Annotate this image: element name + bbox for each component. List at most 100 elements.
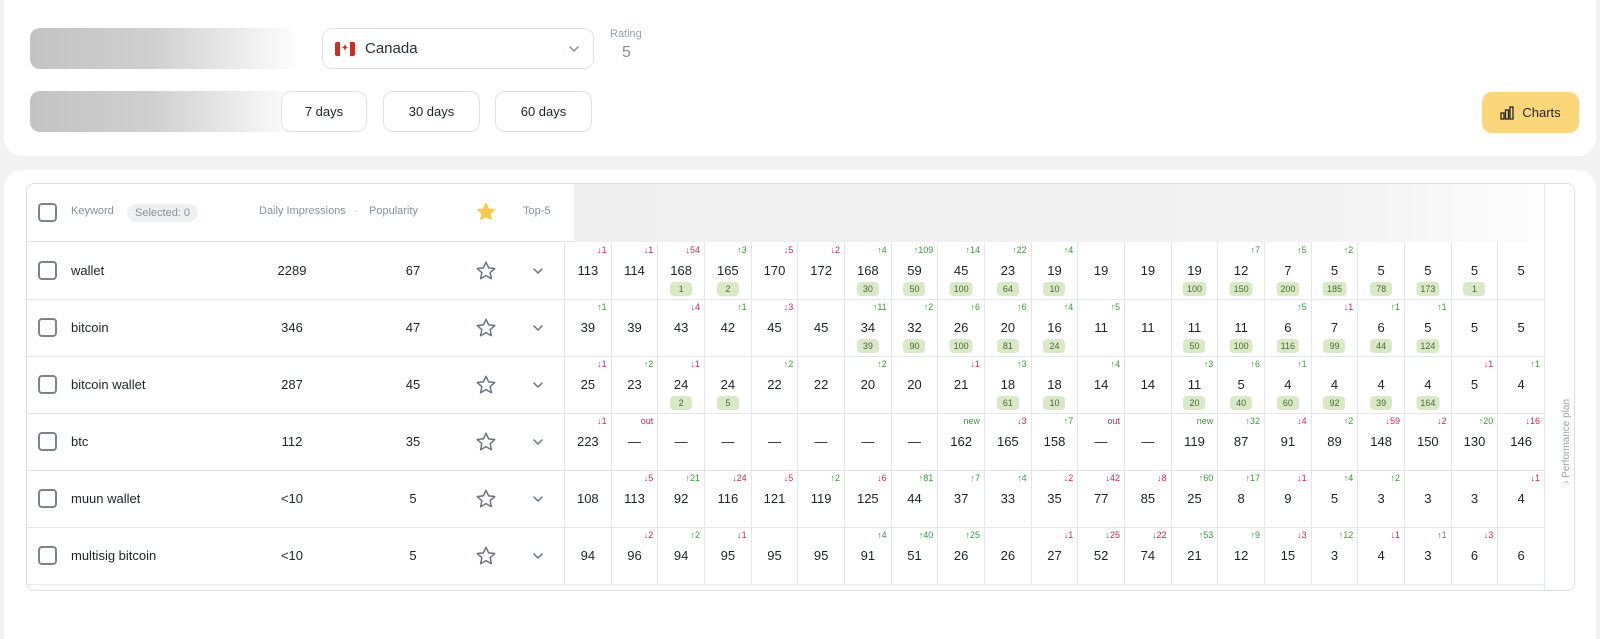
position-cell[interactable]: ↓3 165	[984, 413, 1031, 471]
position-cell[interactable]: ↑6 20 81	[984, 299, 1031, 357]
popularity-column-header[interactable]: Popularity	[369, 205, 418, 217]
position-cell[interactable]: 19	[1077, 242, 1124, 300]
position-cell[interactable]: 5	[1497, 299, 1544, 357]
redacted-app-selector[interactable]	[30, 28, 300, 69]
position-cell[interactable]: ↑4 14	[1077, 356, 1124, 414]
row-checkbox[interactable]	[38, 318, 57, 337]
redacted-date-selector[interactable]	[30, 91, 300, 132]
position-cell[interactable]: ↑5 7 200	[1264, 242, 1311, 300]
period-7-days-button[interactable]: 7 days	[281, 91, 367, 132]
position-cell[interactable]: ↓5 113	[610, 470, 658, 528]
position-cell[interactable]: 4 92	[1310, 356, 1358, 414]
position-cell[interactable]: ↓1 21	[937, 356, 984, 414]
star-outline-icon[interactable]	[475, 374, 497, 396]
table-row[interactable]: muun wallet <10 5 108 ↓5 113 ↑21 92 ↓24 116 ↓5 121 ↑…	[27, 470, 1549, 528]
position-cell[interactable]: ↓3 45	[750, 299, 798, 357]
position-cell[interactable]: 5 173	[1404, 242, 1451, 300]
position-cell[interactable]: ↑22 23 64	[984, 242, 1031, 300]
position-cell[interactable]: 14	[1124, 356, 1171, 414]
position-cell[interactable]: —	[704, 413, 751, 471]
position-cell[interactable]: 11 50	[1170, 299, 1218, 357]
position-cell[interactable]: ↑2 94	[657, 527, 704, 585]
table-row[interactable]: bitcoin wallet 287 45 ↓1 25 ↑2 23 ↓1 24 2 24 5 ↑2 22 2…	[27, 356, 1549, 414]
row-checkbox[interactable]	[38, 261, 57, 280]
position-cell[interactable]: 18 10	[1030, 356, 1078, 414]
position-cell[interactable]: 11 100	[1217, 299, 1264, 357]
expand-row-chevron-icon[interactable]	[531, 435, 545, 449]
position-cell[interactable]: 19 100	[1170, 242, 1218, 300]
position-cell[interactable]: ↑4 16 24	[1030, 299, 1078, 357]
position-cell[interactable]: 26	[984, 527, 1031, 585]
position-cell[interactable]: ↓3 15	[1264, 527, 1311, 585]
top5-column-header[interactable]: Top-5	[523, 205, 551, 217]
position-cell[interactable]: ↑2 32 90	[890, 299, 938, 357]
position-cell[interactable]: ↓1 223	[564, 413, 611, 471]
position-cell[interactable]: ↓4 43	[657, 299, 704, 357]
table-row[interactable]: bitcoin 346 47 ↑1 39 39 ↓4 43 ↑1 42 ↓3 45 45 ↑11 34 39 ↑…	[27, 299, 1549, 357]
period-30-days-button[interactable]: 30 days	[383, 91, 480, 132]
keyword-column-header[interactable]: Keyword	[71, 205, 114, 217]
position-cell[interactable]: ↓4 91	[1264, 413, 1311, 471]
position-cell[interactable]: 108	[564, 470, 611, 528]
position-cell[interactable]: —	[890, 413, 938, 471]
position-cell[interactable]: ↑81 44	[890, 470, 938, 528]
position-cell[interactable]: ↑32 87	[1217, 413, 1264, 471]
star-outline-icon[interactable]	[475, 545, 497, 567]
position-cell[interactable]: ↑25 26	[937, 527, 984, 585]
row-checkbox[interactable]	[38, 375, 57, 394]
table-row[interactable]: multisig bitcoin <10 5 94 ↓2 96 ↑2 94 ↓1 95 95 95 ↑4…	[27, 527, 1549, 585]
position-cell[interactable]: ↓1 24 2	[657, 356, 704, 414]
position-cell[interactable]: ↓1 4	[1357, 527, 1404, 585]
position-cell[interactable]: 4 39	[1357, 356, 1404, 414]
period-60-days-button[interactable]: 60 days	[495, 91, 592, 132]
position-cell[interactable]: 4 164	[1404, 356, 1451, 414]
position-cell[interactable]: ↑3 18 61	[984, 356, 1031, 414]
position-cell[interactable]: ↓1 25	[564, 356, 611, 414]
position-cell[interactable]: ↑109 59 50	[890, 242, 938, 300]
position-cell[interactable]: ↓24 116	[704, 470, 751, 528]
position-cell[interactable]: ↑2 89	[1310, 413, 1358, 471]
position-cell[interactable]: ↑1 3	[1404, 527, 1451, 585]
position-cell[interactable]: ↑5 11	[1077, 299, 1124, 357]
position-cell[interactable]: ↓16 146	[1497, 413, 1544, 471]
row-checkbox[interactable]	[38, 546, 57, 565]
position-cell[interactable]: ↑40 51	[890, 527, 938, 585]
position-cell[interactable]: 5	[1450, 299, 1498, 357]
position-cell[interactable]: ↑7 12 150	[1217, 242, 1264, 300]
position-cell[interactable]: ↑14 45 100	[937, 242, 984, 300]
position-cell[interactable]: ↑4 168 30	[844, 242, 891, 300]
position-cell[interactable]: 24 5	[704, 356, 751, 414]
position-cell[interactable]: ↑2 119	[797, 470, 844, 528]
select-all-checkbox[interactable]	[38, 203, 57, 222]
position-cell[interactable]: ↑4 19 10	[1030, 242, 1078, 300]
position-cell[interactable]: out —	[1077, 413, 1124, 471]
position-cell[interactable]: 45	[797, 299, 844, 357]
position-cell[interactable]: ↑1 39	[564, 299, 611, 357]
position-cell[interactable]: 20	[890, 356, 938, 414]
position-cell[interactable]: 3	[1450, 470, 1498, 528]
position-cell[interactable]: ↓1 7 99	[1310, 299, 1358, 357]
position-cell[interactable]: ↑1 4 60	[1264, 356, 1311, 414]
position-cell[interactable]: 95	[797, 527, 844, 585]
position-cell[interactable]: ↓2 96	[610, 527, 658, 585]
position-cell[interactable]: 3	[1404, 470, 1451, 528]
position-cell[interactable]: ↓54 168 1	[657, 242, 704, 300]
table-row[interactable]: wallet 2289 67 ↓1 113 ↓1 114 ↓54 168 1 ↑3 165 2 ↓5 170…	[27, 242, 1549, 300]
position-cell[interactable]: new 119	[1170, 413, 1218, 471]
position-cell[interactable]: ↑21 92	[657, 470, 704, 528]
position-cell[interactable]: 5 78	[1357, 242, 1404, 300]
position-cell[interactable]: ↓42 77	[1077, 470, 1124, 528]
position-cell[interactable]: ↑6 5 40	[1217, 356, 1264, 414]
position-cell[interactable]: ↑7 37	[937, 470, 984, 528]
position-cell[interactable]: —	[750, 413, 798, 471]
position-cell[interactable]: 11	[1124, 299, 1171, 357]
position-cell[interactable]: 94	[564, 527, 611, 585]
row-checkbox[interactable]	[38, 432, 57, 451]
position-cell[interactable]: ↑2 3	[1357, 470, 1404, 528]
row-checkbox[interactable]	[38, 489, 57, 508]
position-cell[interactable]: ↑1 6 44	[1357, 299, 1404, 357]
position-cell[interactable]: ↓25 52	[1077, 527, 1124, 585]
table-row[interactable]: btc 112 35 ↓1 223 out — — — — — — — new 162 ↓3 165 ↑7 158 o…	[27, 413, 1549, 471]
star-outline-icon[interactable]	[475, 317, 497, 339]
position-cell[interactable]: ↑2 22	[750, 356, 798, 414]
